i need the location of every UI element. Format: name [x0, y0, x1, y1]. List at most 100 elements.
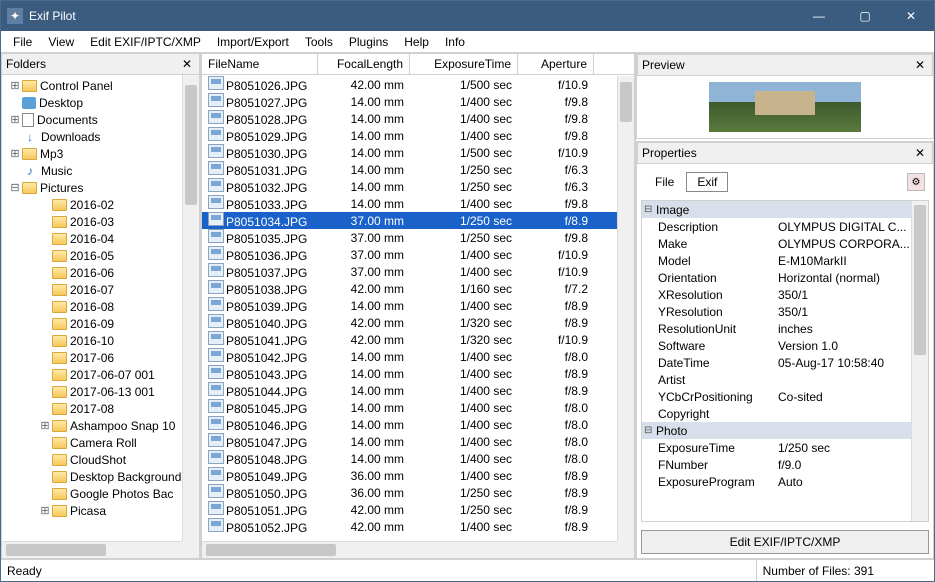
prop-row[interactable]: OrientationHorizontal (normal): [642, 269, 911, 286]
tree-item[interactable]: ⊞Documents: [2, 111, 182, 128]
tree-item[interactable]: ⊞Control Panel: [2, 77, 182, 94]
tree-item[interactable]: 2016-07: [2, 281, 182, 298]
prop-row[interactable]: MakeOLYMPUS CORPORA...: [642, 235, 911, 252]
menu-import-export[interactable]: Import/Export: [209, 33, 297, 51]
tree-item[interactable]: 2016-05: [2, 247, 182, 264]
expand-icon[interactable]: ⊞: [38, 419, 52, 432]
prop-row[interactable]: Artist: [642, 371, 911, 388]
preview-close-icon[interactable]: ✕: [912, 57, 928, 73]
table-row[interactable]: P8051043.JPG14.00 mm1/400 secf/8.9: [202, 365, 617, 382]
menu-help[interactable]: Help: [396, 33, 437, 51]
table-row[interactable]: P8051034.JPG37.00 mm1/250 secf/8.9: [202, 212, 617, 229]
col-filename[interactable]: FileName: [202, 54, 318, 74]
table-row[interactable]: P8051047.JPG14.00 mm1/400 secf/8.0: [202, 433, 617, 450]
table-row[interactable]: P8051052.JPG42.00 mm1/400 secf/8.9: [202, 518, 617, 535]
menu-info[interactable]: Info: [437, 33, 473, 51]
table-row[interactable]: P8051036.JPG37.00 mm1/400 secf/10.9: [202, 246, 617, 263]
table-row[interactable]: P8051026.JPG42.00 mm1/500 secf/10.9: [202, 76, 617, 93]
tree-item[interactable]: 2016-09: [2, 315, 182, 332]
tree-item[interactable]: Google Photos Bac: [2, 485, 182, 502]
tree-item[interactable]: 2017-08: [2, 400, 182, 417]
tree-item[interactable]: ↓Downloads: [2, 128, 182, 145]
edit-exif-button[interactable]: Edit EXIF/IPTC/XMP: [641, 530, 929, 554]
table-row[interactable]: P8051041.JPG42.00 mm1/320 secf/10.9: [202, 331, 617, 348]
tree-item[interactable]: ♪Music: [2, 162, 182, 179]
tree-item[interactable]: ⊞Ashampoo Snap 10: [2, 417, 182, 434]
table-row[interactable]: P8051037.JPG37.00 mm1/400 secf/10.9: [202, 263, 617, 280]
table-row[interactable]: P8051051.JPG42.00 mm1/250 secf/8.9: [202, 501, 617, 518]
tree-item[interactable]: ⊟Pictures: [2, 179, 182, 196]
prop-row[interactable]: ResolutionUnitinches: [642, 320, 911, 337]
table-row[interactable]: P8051035.JPG37.00 mm1/250 secf/9.8: [202, 229, 617, 246]
menu-file[interactable]: File: [5, 33, 40, 51]
tree-item[interactable]: 2016-06: [2, 264, 182, 281]
table-row[interactable]: P8051029.JPG14.00 mm1/400 secf/9.8: [202, 127, 617, 144]
table-row[interactable]: P8051038.JPG42.00 mm1/160 secf/7.2: [202, 280, 617, 297]
prop-row[interactable]: SoftwareVersion 1.0: [642, 337, 911, 354]
expand-icon[interactable]: ⊞: [8, 79, 22, 92]
table-row[interactable]: P8051050.JPG36.00 mm1/250 secf/8.9: [202, 484, 617, 501]
prop-row[interactable]: Copyright: [642, 405, 911, 422]
prop-row[interactable]: YResolution350/1: [642, 303, 911, 320]
table-row[interactable]: P8051046.JPG14.00 mm1/400 secf/8.0: [202, 416, 617, 433]
col-aperture[interactable]: Aperture: [518, 54, 594, 74]
tree-item[interactable]: ⊞Mp3: [2, 145, 182, 162]
prop-row[interactable]: DescriptionOLYMPUS DIGITAL C...: [642, 218, 911, 235]
tree-item[interactable]: ⊞Picasa: [2, 502, 182, 519]
table-row[interactable]: P8051040.JPG42.00 mm1/320 secf/8.9: [202, 314, 617, 331]
expand-icon[interactable]: ⊞: [8, 113, 22, 126]
table-row[interactable]: P8051045.JPG14.00 mm1/400 secf/8.0: [202, 399, 617, 416]
prop-row[interactable]: ExposureTime1/250 sec: [642, 439, 911, 456]
prop-category[interactable]: ⊟Image: [642, 201, 911, 218]
props-vscroll[interactable]: [911, 201, 928, 521]
menu-plugins[interactable]: Plugins: [341, 33, 396, 51]
col-focallength[interactable]: FocalLength: [318, 54, 410, 74]
tree-item[interactable]: 2016-04: [2, 230, 182, 247]
expand-icon[interactable]: ⊞: [8, 147, 22, 160]
tree-item[interactable]: CloudShot: [2, 451, 182, 468]
table-row[interactable]: P8051027.JPG14.00 mm1/400 secf/9.8: [202, 93, 617, 110]
table-row[interactable]: P8051032.JPG14.00 mm1/250 secf/6.3: [202, 178, 617, 195]
properties-close-icon[interactable]: ✕: [912, 145, 928, 161]
tree-item[interactable]: 2017-06-07 001: [2, 366, 182, 383]
prop-row[interactable]: YCbCrPositioningCo-sited: [642, 388, 911, 405]
table-row[interactable]: P8051028.JPG14.00 mm1/400 secf/9.8: [202, 110, 617, 127]
tree-item[interactable]: 2016-03: [2, 213, 182, 230]
table-row[interactable]: P8051048.JPG14.00 mm1/400 secf/8.0: [202, 450, 617, 467]
tree-vscroll[interactable]: [182, 75, 199, 541]
prop-category[interactable]: ⊟Photo: [642, 422, 911, 439]
tree-item[interactable]: 2016-10: [2, 332, 182, 349]
tree-item[interactable]: 2016-02: [2, 196, 182, 213]
folders-close-icon[interactable]: ✕: [179, 56, 195, 72]
table-row[interactable]: P8051031.JPG14.00 mm1/250 secf/6.3: [202, 161, 617, 178]
expand-icon[interactable]: ⊞: [38, 504, 52, 517]
table-row[interactable]: P8051033.JPG14.00 mm1/400 secf/9.8: [202, 195, 617, 212]
tree-item[interactable]: 2016-08: [2, 298, 182, 315]
collapse-icon[interactable]: ⊟: [644, 204, 656, 215]
close-button[interactable]: ✕: [888, 1, 934, 31]
tree-hscroll[interactable]: [2, 541, 182, 558]
collapse-icon[interactable]: ⊟: [644, 425, 656, 436]
configure-columns-icon[interactable]: ⚙: [907, 173, 925, 191]
table-row[interactable]: P8051030.JPG14.00 mm1/500 secf/10.9: [202, 144, 617, 161]
col-exposuretime[interactable]: ExposureTime: [410, 54, 518, 74]
table-row[interactable]: P8051044.JPG14.00 mm1/400 secf/8.9: [202, 382, 617, 399]
menu-view[interactable]: View: [40, 33, 82, 51]
tree-item[interactable]: Camera Roll: [2, 434, 182, 451]
table-row[interactable]: P8051039.JPG14.00 mm1/400 secf/8.9: [202, 297, 617, 314]
menu-tools[interactable]: Tools: [297, 33, 341, 51]
menu-edit-exif-iptc-xmp[interactable]: Edit EXIF/IPTC/XMP: [82, 33, 209, 51]
table-row[interactable]: P8051049.JPG36.00 mm1/400 secf/8.9: [202, 467, 617, 484]
prop-row[interactable]: DateTime05-Aug-17 10:58:40: [642, 354, 911, 371]
collapse-icon[interactable]: ⊟: [8, 181, 22, 194]
tree-item[interactable]: 2017-06-13 001: [2, 383, 182, 400]
tree-item[interactable]: 2017-06: [2, 349, 182, 366]
table-row[interactable]: P8051042.JPG14.00 mm1/400 secf/8.0: [202, 348, 617, 365]
prop-row[interactable]: ModelE-M10MarkII: [642, 252, 911, 269]
tab-exif[interactable]: Exif: [686, 172, 728, 192]
prop-row[interactable]: XResolution350/1: [642, 286, 911, 303]
grid-vscroll[interactable]: [617, 76, 634, 541]
grid-hscroll[interactable]: [202, 541, 617, 558]
tree-item[interactable]: Desktop: [2, 94, 182, 111]
minimize-button[interactable]: —: [796, 1, 842, 31]
